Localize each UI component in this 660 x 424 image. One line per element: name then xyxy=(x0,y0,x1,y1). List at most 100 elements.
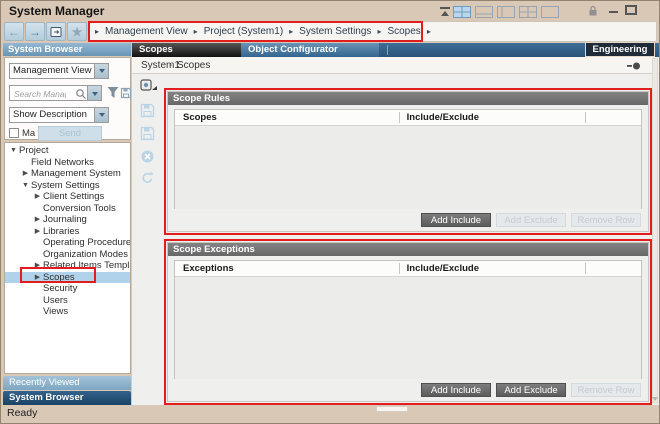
favorites-button[interactable]: ★ xyxy=(67,22,87,41)
filter-icon[interactable] xyxy=(107,86,119,104)
breadcrumb-item[interactable]: Management View xyxy=(105,26,188,37)
tree-item-system-settings[interactable]: ▼System Settings xyxy=(5,180,130,192)
search-input[interactable] xyxy=(12,87,68,100)
tree-item-field-networks[interactable]: Field Networks xyxy=(5,157,130,169)
maximize-button[interactable] xyxy=(625,5,637,15)
tree-item-label: Scopes xyxy=(42,272,75,283)
tree-item-project[interactable]: ▼Project xyxy=(5,145,130,157)
back-icon: ← xyxy=(8,25,20,39)
tree-item-security[interactable]: Security xyxy=(5,283,130,295)
filter-glyph xyxy=(107,86,119,99)
breadcrumb-item[interactable]: System Settings xyxy=(299,26,371,37)
tab-scopes[interactable]: Scopes xyxy=(132,43,241,57)
content-horizontal-scrollbar-thumb[interactable] xyxy=(376,406,408,412)
content-vertical-scrollbar[interactable] xyxy=(652,58,658,403)
exceptions-add-include-button[interactable]: Add Include xyxy=(421,383,491,397)
path-current[interactable]: Scopes xyxy=(177,60,210,71)
layout-quad-icon[interactable] xyxy=(453,5,471,17)
path-row: System1 - Scopes xyxy=(132,57,659,74)
save-filter-glyph xyxy=(120,87,132,99)
tab-engineering[interactable]: Engineering xyxy=(585,42,655,57)
breadcrumb-item[interactable]: Scopes xyxy=(387,26,420,37)
tab-separator xyxy=(387,45,388,55)
tree-item-libraries[interactable]: ▶Libraries xyxy=(5,226,130,238)
refresh-icon[interactable] xyxy=(140,171,155,191)
tree-item-operating-procedures[interactable]: Operating Procedures xyxy=(5,237,130,249)
scrollbar-down-arrow-icon[interactable] xyxy=(652,397,658,404)
view-selector-dropdown[interactable]: Management View xyxy=(9,63,109,79)
save-all-icon[interactable] xyxy=(140,126,155,146)
scope-exceptions-panel: Scope Exceptions Exceptions Include/Excl… xyxy=(167,242,649,402)
exceptions-add-exclude-button[interactable]: Add Exclude xyxy=(496,383,566,397)
tab-object-configurator[interactable]: Object Configurator xyxy=(241,43,379,57)
column-include-exclude[interactable]: Include/Exclude xyxy=(407,110,479,125)
breadcrumb[interactable]: ▸Management View▸Project (System1)▸Syste… xyxy=(88,21,657,42)
description-selector-dropdown[interactable]: Show Description xyxy=(9,107,109,123)
back-button[interactable]: ← xyxy=(4,22,24,41)
column-exceptions[interactable]: Exceptions xyxy=(183,261,234,276)
scope-rules-table[interactable]: Scopes Include/Exclude xyxy=(174,109,642,209)
tree-collapsed-icon[interactable]: ▶ xyxy=(33,191,42,203)
status-text: Ready xyxy=(7,407,37,419)
rules-remove-row-button[interactable]: Remove Row xyxy=(571,213,641,227)
tree-item-conversion-tools[interactable]: Conversion Tools xyxy=(5,203,130,215)
column-divider xyxy=(585,263,586,274)
tree-item-journaling[interactable]: ▶Journaling xyxy=(5,214,130,226)
send-button[interactable]: Send xyxy=(38,126,102,141)
tree-item-related-items-templates[interactable]: ▶Related Items Templates xyxy=(5,260,130,272)
tree-collapsed-icon[interactable]: ▶ xyxy=(33,214,42,226)
tree-collapsed-icon[interactable]: ▶ xyxy=(33,226,42,238)
scope-exceptions-header: Scope Exceptions xyxy=(168,243,648,256)
tree-item-views[interactable]: Views xyxy=(5,306,130,318)
layout-single-icon[interactable] xyxy=(541,5,559,17)
minimize-button[interactable] xyxy=(609,11,618,13)
save-icon[interactable] xyxy=(140,103,155,123)
exceptions-remove-row-button[interactable]: Remove Row xyxy=(571,383,641,397)
forward-button[interactable]: → xyxy=(25,22,45,41)
scope-exceptions-table-body[interactable] xyxy=(175,277,641,379)
pin-icon[interactable] xyxy=(627,61,641,71)
column-divider xyxy=(399,112,400,123)
chevron-down-icon[interactable] xyxy=(94,108,108,122)
layout-bottom-icon[interactable] xyxy=(475,5,493,17)
breadcrumb-item[interactable]: Project (System1) xyxy=(204,26,283,37)
sidebar-controls: Management View Show Description Ma Send xyxy=(4,57,131,140)
tree-expanded-icon[interactable]: ▼ xyxy=(21,180,30,192)
tree-item-organization-modes[interactable]: Organization Modes xyxy=(5,249,130,261)
tree-item-users[interactable]: Users xyxy=(5,295,130,307)
tree-item-management-system[interactable]: ▶Management System xyxy=(5,168,130,180)
recently-viewed-bar[interactable]: Recently Viewed xyxy=(3,376,131,390)
tree-collapsed-icon[interactable]: ▶ xyxy=(33,260,42,272)
rules-add-exclude-button[interactable]: Add Exclude xyxy=(496,213,566,227)
tree-collapsed-icon[interactable]: ▶ xyxy=(21,168,30,180)
column-include-exclude[interactable]: Include/Exclude xyxy=(407,261,479,276)
chevron-down-icon[interactable] xyxy=(94,64,108,78)
tree-item-label: Related Items Templates xyxy=(42,260,131,271)
layout-single-glyph xyxy=(541,6,559,18)
column-divider xyxy=(585,112,586,123)
search-dropdown-icon[interactable] xyxy=(87,86,101,100)
breadcrumb-separator-icon: ▸ xyxy=(427,27,431,36)
report-options-icon[interactable] xyxy=(140,79,158,99)
ma-checkbox[interactable] xyxy=(9,128,19,138)
tree-item-label: Users xyxy=(42,295,68,306)
history-button[interactable] xyxy=(46,22,66,41)
path-root[interactable]: System1 xyxy=(141,60,180,71)
cancel-icon[interactable] xyxy=(140,149,155,169)
system-browser-bar[interactable]: System Browser xyxy=(3,391,131,405)
search-box[interactable] xyxy=(9,85,102,101)
tree: ▼ProjectField Networks▶Management System… xyxy=(4,142,131,374)
column-scopes[interactable]: Scopes xyxy=(183,110,217,125)
layout-split-icon[interactable] xyxy=(519,5,537,17)
scope-exceptions-table[interactable]: Exceptions Include/Exclude xyxy=(174,260,642,379)
save-filter-icon[interactable] xyxy=(120,86,132,104)
tree-expanded-icon[interactable]: ▼ xyxy=(9,145,18,157)
tree-item-client-settings[interactable]: ▶Client Settings xyxy=(5,191,130,203)
scope-rules-table-body[interactable] xyxy=(175,126,641,209)
tree-item-label: System Settings xyxy=(30,180,100,191)
rules-add-include-button[interactable]: Add Include xyxy=(421,213,491,227)
sidebar-header: System Browser xyxy=(3,43,131,56)
layout-left-icon[interactable] xyxy=(497,5,515,17)
tree-collapsed-icon[interactable]: ▶ xyxy=(33,272,42,284)
tree-item-scopes[interactable]: ▶Scopes xyxy=(5,272,130,284)
